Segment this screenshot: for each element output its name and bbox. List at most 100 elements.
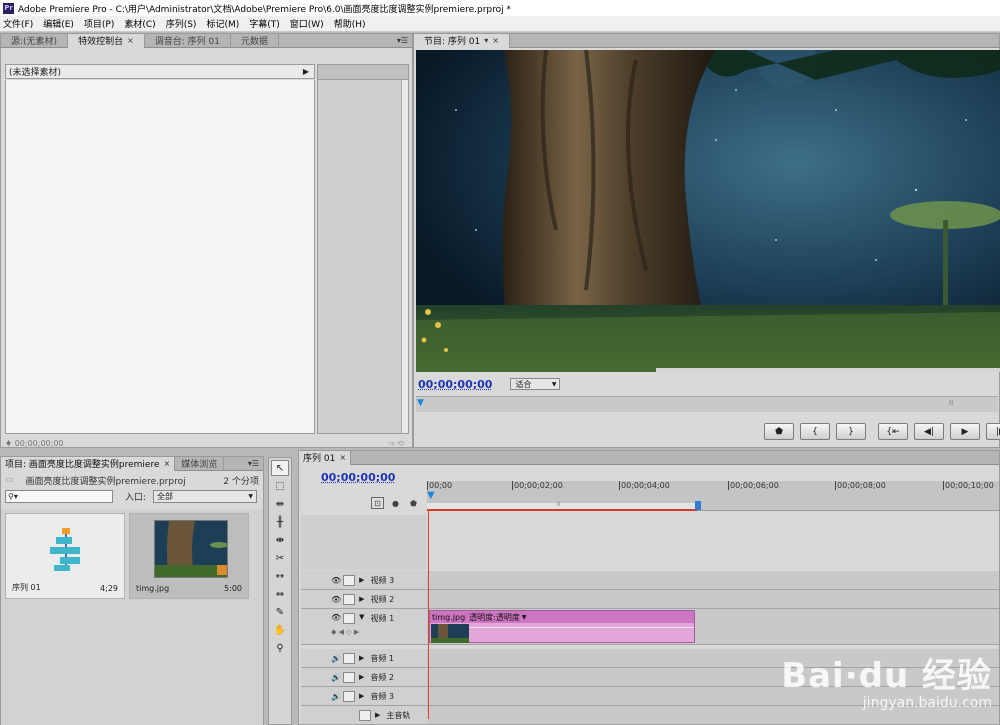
tab-metadata[interactable]: 元数据 <box>231 33 280 48</box>
lane-audio-3[interactable] <box>427 687 999 706</box>
eye-icon[interactable]: 👁 <box>331 613 341 622</box>
tab-project[interactable]: 项目: 画面亮度比度调整实例premiere × <box>1 456 176 471</box>
lane-audio-1[interactable] <box>427 649 999 668</box>
lane-video-3[interactable] <box>427 571 999 590</box>
lock-toggle[interactable] <box>342 690 355 702</box>
expand-arrow-icon[interactable]: ▶ <box>375 711 380 719</box>
scrollbar[interactable] <box>401 80 408 433</box>
in-dropdown[interactable]: 全部 ▼ <box>153 490 257 503</box>
marker-button[interactable]: ⬟ <box>764 423 794 440</box>
project-tabs: 项目: 画面亮度比度调整实例premiere × 媒体浏览 ▾☰ <box>1 456 263 471</box>
menu-clip[interactable]: 素材(C) <box>124 17 155 30</box>
close-icon[interactable]: × <box>127 36 134 45</box>
step-back-button[interactable]: ◀| <box>914 423 944 440</box>
selection-tool-icon[interactable]: ↖ <box>271 460 289 476</box>
expand-arrow-icon[interactable]: ▶ <box>359 654 364 662</box>
step-forward-button[interactable]: |▶ <box>986 423 1000 440</box>
panel-menu-icon[interactable]: ▾☰ <box>248 459 259 468</box>
project-item-image[interactable]: timg.jpg 5:00 <box>129 513 249 599</box>
menu-marker[interactable]: 标记(M) <box>206 17 239 30</box>
tab-sequence[interactable]: 序列 01 × <box>299 450 352 465</box>
track-header-audio-3: 🔊 ▶ 音频 3 <box>301 687 427 706</box>
tab-media-browser[interactable]: 媒体浏览 <box>175 456 225 471</box>
collapse-arrow-icon[interactable]: ▼ <box>359 613 364 621</box>
tab-effect-controls[interactable]: 特效控制台 × <box>68 33 145 48</box>
lane-video-2[interactable] <box>427 590 999 609</box>
snap-icon[interactable]: ⊡ <box>371 497 384 509</box>
playhead-icon[interactable]: ▼ <box>417 398 424 408</box>
slide-tool-icon[interactable]: ⇔ <box>271 586 289 602</box>
effect-controls-panel: 源:(无素材) 特效控制台 × 调音台: 序列 01 元数据 ▾☰ (未选择素材)… <box>0 33 413 448</box>
project-item-sequence[interactable]: 序列 01 4;29 <box>5 513 125 599</box>
eye-icon[interactable]: 👁 <box>331 595 341 604</box>
track-select-tool-icon[interactable]: ⬚ <box>271 478 289 494</box>
expand-arrow-icon[interactable]: ▶ <box>359 595 364 603</box>
rolling-edit-tool-icon[interactable]: ╫ <box>271 514 289 530</box>
expand-arrow-icon[interactable]: ▶ <box>359 576 364 584</box>
program-scrub-bar[interactable]: ▼ II <box>416 396 998 412</box>
eye-icon[interactable]: 👁 <box>331 576 341 585</box>
menu-window[interactable]: 窗口(W) <box>290 17 324 30</box>
timeline-clip[interactable]: timg.jpg 透明度:透明度 ▼ <box>429 610 695 643</box>
program-timecode[interactable]: 00;00;00;00 <box>418 378 492 391</box>
close-icon[interactable]: × <box>492 36 499 45</box>
lock-toggle[interactable] <box>343 574 356 586</box>
tab-audio-mixer[interactable]: 调音台: 序列 01 <box>145 33 231 48</box>
program-monitor-tabs: 节目: 序列 01 ▾ × <box>414 33 999 48</box>
track-label: 主音轨 <box>386 710 411 720</box>
lock-toggle[interactable] <box>343 593 356 605</box>
menu-file[interactable]: 文件(F) <box>3 17 33 30</box>
expand-arrow-icon[interactable]: ▶ <box>359 673 364 681</box>
time-ruler[interactable]: 00;00 00;00;02;00 00;00;04;00 00;00;06;0… <box>426 481 999 511</box>
menu-edit[interactable]: 编辑(E) <box>43 17 74 30</box>
menu-title[interactable]: 字幕(T) <box>249 17 280 30</box>
expand-arrow-icon[interactable]: ▶ <box>359 692 364 700</box>
lane-master[interactable] <box>427 706 999 725</box>
timeline-timecode[interactable]: 00;00;00;00 <box>321 471 395 484</box>
speaker-icon[interactable]: 🔊 <box>331 673 341 682</box>
fit-dropdown[interactable]: 适合 ▼ <box>510 378 561 390</box>
menu-help[interactable]: 帮助(H) <box>334 17 366 30</box>
tab-program-label: 节目: 序列 01 <box>424 37 481 47</box>
panel-menu-icon[interactable]: ▾☰ <box>397 36 408 45</box>
work-area-end-handle[interactable] <box>695 501 701 510</box>
expand-arrow-icon[interactable]: ▶ <box>303 67 309 76</box>
close-icon[interactable]: × <box>164 459 171 468</box>
mark-in-button[interactable]: { <box>800 423 830 440</box>
timeline-header-space <box>301 515 427 570</box>
zoom-tool-icon[interactable]: ⚲ <box>271 640 289 656</box>
playhead-icon[interactable]: ▼ <box>427 490 435 501</box>
lock-toggle[interactable] <box>342 671 355 683</box>
lane-video-1[interactable]: timg.jpg 透明度:透明度 ▼ <box>427 609 999 645</box>
menu-project[interactable]: 项目(P) <box>84 17 114 30</box>
mark-out-button[interactable]: } <box>836 423 866 440</box>
keyframe-navigator-icon[interactable]: ◆ ◀ ◇ ▶ <box>331 628 359 636</box>
lane-audio-2[interactable] <box>427 668 999 687</box>
speaker-icon[interactable]: 🔊 <box>331 654 341 663</box>
lock-toggle[interactable] <box>342 652 355 664</box>
slip-tool-icon[interactable]: ↔ <box>271 568 289 584</box>
razor-tool-icon[interactable]: ✂ <box>271 550 289 566</box>
loop-icon[interactable]: ⇒ ⟲ <box>388 439 404 448</box>
marker-icon[interactable]: ⬟ <box>407 497 420 509</box>
work-area-bar[interactable]: II <box>427 501 697 511</box>
ripple-edit-tool-icon[interactable]: ⇹ <box>271 496 289 512</box>
menu-sequence[interactable]: 序列(S) <box>166 17 197 30</box>
speaker-icon[interactable]: 🔊 <box>331 692 341 701</box>
play-button[interactable]: ▶ <box>950 423 980 440</box>
go-to-in-button[interactable]: {⇤ <box>878 423 908 440</box>
pen-tool-icon[interactable]: ✎ <box>271 604 289 620</box>
lock-toggle[interactable] <box>359 709 371 721</box>
chevron-down-icon[interactable]: ▾ <box>484 36 488 45</box>
clip-effect-label[interactable]: 透明度:透明度 <box>469 612 520 623</box>
project-search-input[interactable]: ⚲▾ <box>5 490 113 503</box>
keyframe-icon[interactable]: ● <box>389 497 402 509</box>
rate-stretch-tool-icon[interactable]: ⇼ <box>271 532 289 548</box>
tab-source[interactable]: 源:(无素材) <box>1 33 69 48</box>
opacity-rubber-band[interactable] <box>470 627 694 628</box>
close-icon[interactable]: × <box>339 453 346 462</box>
chevron-down-icon[interactable]: ▼ <box>522 614 527 621</box>
lock-toggle[interactable] <box>343 613 356 624</box>
tab-program[interactable]: 节目: 序列 01 ▾ × <box>414 33 510 48</box>
hand-tool-icon[interactable]: ✋ <box>271 622 289 638</box>
